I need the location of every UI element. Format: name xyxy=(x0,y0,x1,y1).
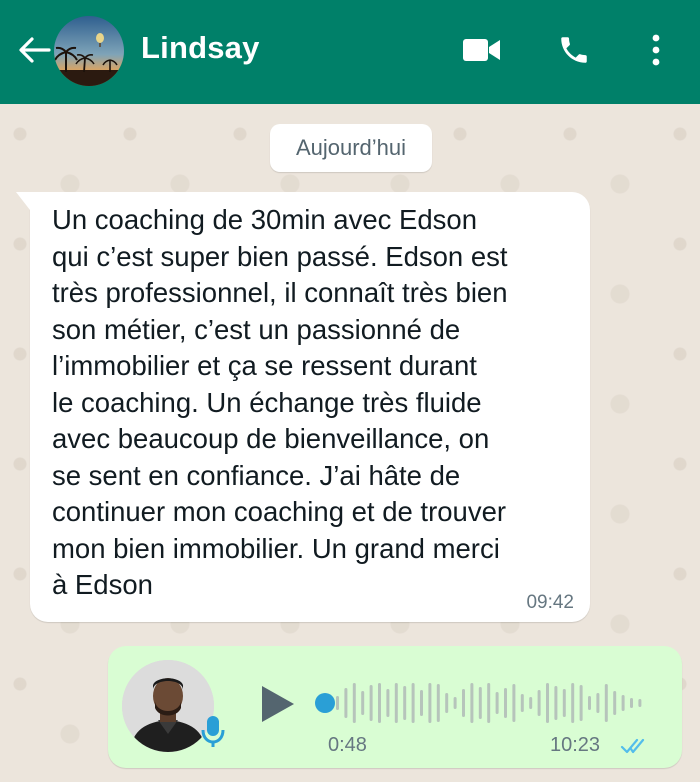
message-line: à Edson xyxy=(52,569,153,600)
waveform-bar xyxy=(621,695,625,711)
more-options-icon xyxy=(652,34,660,66)
waveform-bar xyxy=(403,686,407,720)
contact-name[interactable]: Lindsay xyxy=(141,30,260,66)
playback-position-knob[interactable] xyxy=(315,693,335,713)
message-line: l’immobilier et ça se ressent durant xyxy=(52,350,477,381)
bubble-tail xyxy=(16,192,30,210)
message-line: se sent en confiance. J’ai hâte de xyxy=(52,459,461,491)
waveform-bar xyxy=(462,689,465,717)
waveform-bar xyxy=(630,698,633,708)
back-arrow-icon xyxy=(19,37,51,63)
waveform-bar xyxy=(470,683,474,723)
waveform-bar xyxy=(420,690,423,716)
waveform-bar xyxy=(478,687,482,719)
waveform-bar xyxy=(344,688,348,718)
message-line: qui c’est super bien passé. Edson est xyxy=(52,240,508,272)
waveform-bar xyxy=(352,683,356,723)
waveform-bar xyxy=(520,694,524,712)
message-line: Un coaching de 30min avec Edson xyxy=(52,204,477,235)
waveform-bar xyxy=(428,683,432,723)
message-line: avec beaucoup de bienveillance, on xyxy=(52,423,490,454)
waveform-bar xyxy=(436,684,440,722)
waveform-bar xyxy=(369,685,373,721)
play-icon[interactable] xyxy=(254,682,298,726)
message-line: continuer mon coaching et de trouver xyxy=(52,496,507,527)
waveform-bar xyxy=(411,683,415,723)
waveform-bar xyxy=(495,692,499,714)
message-line: mon bien immobilier. Un grand merci xyxy=(52,532,500,564)
waveform-bar xyxy=(604,684,608,722)
voice-waveform[interactable] xyxy=(314,678,650,728)
video-call-icon xyxy=(463,39,500,61)
incoming-message-bubble[interactable]: Un coaching de 30min avec Edson qui c’es… xyxy=(16,192,590,622)
waveform-bar xyxy=(336,696,339,710)
message-line: le coaching. Un échange très fluide xyxy=(52,386,482,418)
voice-duration: 0:48 xyxy=(328,734,367,756)
message-line: son métier, c’est un passionné de xyxy=(52,313,461,345)
waveform-bar xyxy=(562,689,566,717)
waveform-bar xyxy=(394,683,398,723)
waveform-bar xyxy=(445,693,449,713)
waveform-bar xyxy=(361,691,365,715)
voice-call-button[interactable] xyxy=(550,28,598,72)
phone-call-icon xyxy=(561,37,587,63)
waveform-bar xyxy=(504,688,507,718)
message-timestamp: 09:42 xyxy=(526,592,574,613)
waveform-bar xyxy=(453,697,457,709)
waveform-bar xyxy=(638,699,642,707)
waveform-bar xyxy=(386,689,390,717)
waveform-bar xyxy=(546,683,549,723)
waveform-bar xyxy=(571,683,575,723)
date-divider: Aujourd’hui xyxy=(270,124,432,172)
waveform-bar xyxy=(579,685,583,721)
chat-header: Lindsay xyxy=(0,0,700,104)
waveform-bar xyxy=(613,691,617,715)
waveform-bar xyxy=(596,693,600,713)
message-text: Un coaching de 30min avec Edson qui c’es… xyxy=(52,202,572,604)
waveform-bar xyxy=(512,684,516,722)
waveform-bar xyxy=(588,696,591,710)
microphone-icon xyxy=(201,716,225,747)
double-check-icon xyxy=(620,738,645,754)
outgoing-voice-message-bubble[interactable]: 0:48 10:23 xyxy=(108,646,682,768)
message-timestamp: 10:23 xyxy=(550,734,601,756)
waveform-bar xyxy=(378,683,381,723)
video-call-button[interactable] xyxy=(456,30,508,70)
back-button[interactable] xyxy=(14,32,54,68)
more-options-button[interactable] xyxy=(638,28,674,72)
waveform-bar xyxy=(487,683,491,723)
message-line: très professionnel, il connaît très bien xyxy=(52,277,508,308)
contact-avatar[interactable] xyxy=(54,16,124,86)
waveform-bar xyxy=(554,686,558,720)
waveform-bar xyxy=(537,690,541,716)
waveform-bar xyxy=(529,697,533,709)
